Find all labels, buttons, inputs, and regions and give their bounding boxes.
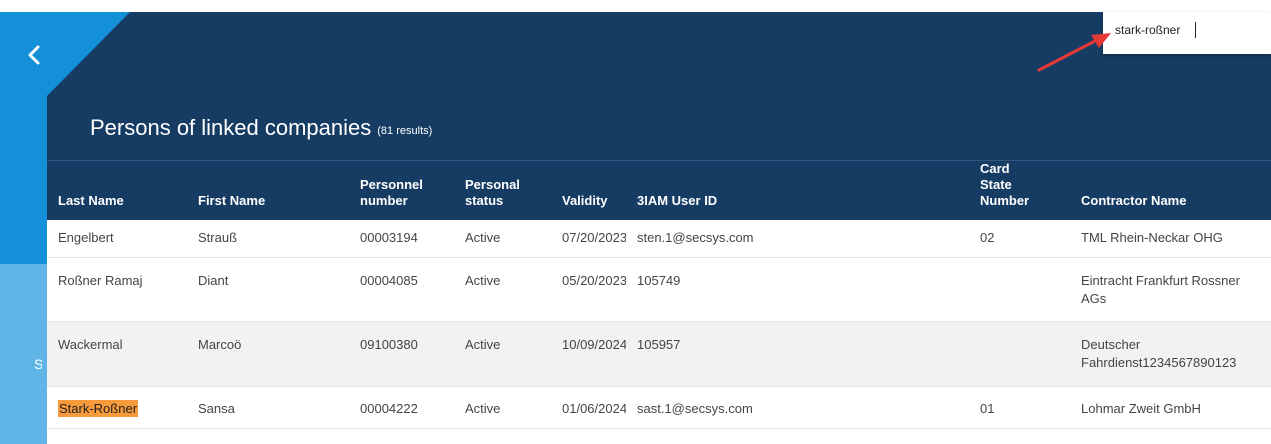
- search-match-highlight: Stark-Roßner: [58, 399, 139, 417]
- cell-validity: 07/20/2023: [551, 220, 626, 258]
- cell-validity: 10/09/2024: [551, 321, 626, 387]
- cell-last-name: Engelbert: [47, 220, 187, 258]
- cell-first-name: Strauß: [187, 220, 349, 258]
- cell-validity: 01/06/2024: [551, 386, 626, 429]
- table-row[interactable]: Engelbert Strauß 00003194 Active 07/20/2…: [47, 220, 1271, 258]
- cell-status: Active: [454, 321, 551, 387]
- cell-first-name: Marcoö: [187, 321, 349, 387]
- cell-personnel-number: 00003194: [349, 220, 454, 258]
- sidebar-lower: [0, 264, 47, 444]
- cell-card-state: [969, 321, 1070, 387]
- cell-contractor: Eintracht Frankfurt Rossner AGs: [1070, 257, 1271, 322]
- cell-personnel-number: 00004222: [349, 386, 454, 429]
- column-header-personal-status[interactable]: Personal status: [454, 161, 551, 220]
- chevron-left-icon: [28, 45, 40, 65]
- cell-validity: 05/20/2023: [551, 257, 626, 322]
- table-row[interactable]: Stark-Roßner Sansa 00004222 Active 01/06…: [47, 386, 1271, 429]
- cell-first-name: Diant: [187, 257, 349, 322]
- cell-card-state: 02: [969, 220, 1070, 258]
- cell-personnel-number: 00004085: [349, 257, 454, 322]
- cell-status: Active: [454, 386, 551, 429]
- red-arrow-icon: [1037, 33, 1111, 72]
- cell-user-id: 105749: [626, 257, 969, 322]
- persons-panel: Persons of linked companies (81 results)…: [47, 96, 1271, 444]
- table-row[interactable]: Roßner Ramaj Diant 00004085 Active 05/20…: [47, 257, 1271, 322]
- cell-last-name: Wackermal: [47, 321, 187, 387]
- cell-status: Active: [454, 220, 551, 258]
- cell-card-state: 01: [969, 386, 1070, 429]
- cell-last-name: Stark-Roßner: [47, 386, 187, 429]
- cell-first-name: Sansa: [187, 386, 349, 429]
- persons-table: Last Name First Name Personnel number Pe…: [47, 161, 1271, 429]
- column-header-last-name[interactable]: Last Name: [47, 161, 187, 220]
- cell-last-name: Roßner Ramaj: [47, 257, 187, 322]
- text-cursor: [1195, 22, 1196, 38]
- column-header-first-name[interactable]: First Name: [187, 161, 349, 220]
- cell-user-id: sten.1@secsys.com: [626, 220, 969, 258]
- back-button[interactable]: [22, 40, 46, 70]
- column-header-user-id[interactable]: 3IAM User ID: [626, 161, 969, 220]
- cell-user-id: sast.1@secsys.com: [626, 386, 969, 429]
- cell-contractor: TML Rhein-Neckar OHG: [1070, 220, 1271, 258]
- column-header-personnel-number[interactable]: Personnel number: [349, 161, 454, 220]
- cell-status: Active: [454, 257, 551, 322]
- column-header-contractor-name[interactable]: Contractor Name: [1070, 161, 1271, 220]
- column-header-card-state-number[interactable]: Card State Number: [969, 161, 1070, 220]
- panel-header: Persons of linked companies (81 results): [47, 96, 1271, 161]
- table-header-row: Last Name First Name Personnel number Pe…: [47, 161, 1271, 220]
- cell-card-state: [969, 257, 1070, 322]
- search-input[interactable]: [1115, 20, 1255, 40]
- sidebar-partial-icon: S: [34, 356, 42, 372]
- search-box[interactable]: [1103, 12, 1271, 54]
- cell-user-id: 105957: [626, 321, 969, 387]
- column-header-validity[interactable]: Validity: [551, 161, 626, 220]
- cell-contractor: Lohmar Zweit GmbH: [1070, 386, 1271, 429]
- panel-title: Persons of linked companies: [90, 115, 372, 140]
- table-row[interactable]: Wackermal Marcoö 09100380 Active 10/09/2…: [47, 321, 1271, 387]
- cell-personnel-number: 09100380: [349, 321, 454, 387]
- cell-contractor: Deutscher Fahrdienst1234567890123: [1070, 321, 1271, 387]
- result-count: (81 results): [377, 125, 433, 137]
